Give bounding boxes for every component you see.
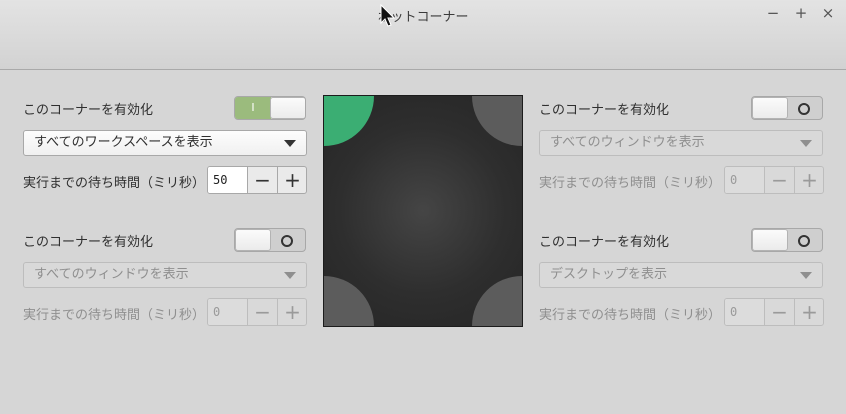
mouse-cursor-icon <box>380 4 396 27</box>
bottom-left-delay-spinner[interactable]: 0 − + <box>207 298 307 326</box>
top-left-enable-label: このコーナーを有効化 <box>23 103 154 118</box>
bottom-right-action-dropdown[interactable]: デスクトップを表示 <box>539 262 823 288</box>
chevron-down-icon <box>800 272 812 279</box>
top-left-delay-spinner[interactable]: 50 − + <box>207 166 307 194</box>
window-title: ホットコーナー <box>377 10 469 25</box>
top-right-delay-spinner[interactable]: 0 − + <box>724 166 824 194</box>
top-left-action-dropdown[interactable]: すべてのワークスペースを表示 <box>23 130 307 156</box>
switch-on-indicator: I <box>235 97 271 119</box>
switch-off-icon <box>798 103 810 115</box>
top-right-delay-input[interactable]: 0 <box>725 167 765 193</box>
bottom-right-delay-decrease-button[interactable]: − <box>765 299 795 325</box>
desktop-corner-preview <box>323 95 523 327</box>
top-right-delay-label: 実行までの待ち時間（ミリ秒） <box>539 176 722 191</box>
bottom-left-enable-label: このコーナーを有効化 <box>23 235 154 250</box>
bottom-right-enable-label: このコーナーを有効化 <box>539 235 670 250</box>
bottom-left-corner-indicator[interactable] <box>324 276 374 326</box>
top-right-enable-switch[interactable] <box>751 96 823 120</box>
minimize-button[interactable]: − <box>764 4 782 22</box>
switch-off-icon <box>798 235 810 247</box>
top-left-action-value: すべてのワークスペースを表示 <box>34 135 213 150</box>
title-bar: ホットコーナー − + × <box>0 0 846 70</box>
chevron-down-icon <box>800 140 812 147</box>
switch-knob <box>270 97 305 119</box>
bottom-right-action-value: デスクトップを表示 <box>550 267 668 282</box>
bottom-left-delay-increase-button[interactable]: + <box>278 299 306 325</box>
bottom-right-delay-increase-button[interactable]: + <box>795 299 823 325</box>
top-left-delay-decrease-button[interactable]: − <box>248 167 278 193</box>
bottom-left-delay-label: 実行までの待ち時間（ミリ秒） <box>23 308 206 323</box>
top-left-delay-increase-button[interactable]: + <box>278 167 306 193</box>
bottom-left-action-dropdown[interactable]: すべてのウィンドウを表示 <box>23 262 307 288</box>
maximize-button[interactable]: + <box>792 4 810 22</box>
top-right-delay-increase-button[interactable]: + <box>795 167 823 193</box>
top-left-delay-input[interactable]: 50 <box>208 167 248 193</box>
bottom-left-action-value: すべてのウィンドウを表示 <box>34 267 189 282</box>
chevron-down-icon <box>284 272 296 279</box>
close-button[interactable]: × <box>819 4 837 22</box>
top-right-delay-decrease-button[interactable]: − <box>765 167 795 193</box>
bottom-left-enable-switch[interactable] <box>234 228 306 252</box>
switch-knob <box>752 97 788 119</box>
bottom-right-delay-input[interactable]: 0 <box>725 299 765 325</box>
top-left-corner-indicator[interactable] <box>324 96 374 146</box>
switch-knob <box>235 229 271 251</box>
bottom-right-delay-spinner[interactable]: 0 − + <box>724 298 824 326</box>
switch-knob <box>752 229 788 251</box>
chevron-down-icon <box>284 140 296 147</box>
top-right-enable-label: このコーナーを有効化 <box>539 103 670 118</box>
top-right-action-value: すべてのウィンドウを表示 <box>550 135 705 150</box>
bottom-right-corner-indicator[interactable] <box>472 276 522 326</box>
bottom-left-delay-decrease-button[interactable]: − <box>248 299 278 325</box>
top-left-enable-switch[interactable]: I <box>234 96 306 120</box>
switch-off-icon <box>281 235 293 247</box>
bottom-right-enable-switch[interactable] <box>751 228 823 252</box>
bottom-right-delay-label: 実行までの待ち時間（ミリ秒） <box>539 308 722 323</box>
top-left-delay-label: 実行までの待ち時間（ミリ秒） <box>23 176 206 191</box>
top-right-action-dropdown[interactable]: すべてのウィンドウを表示 <box>539 130 823 156</box>
bottom-left-delay-input[interactable]: 0 <box>208 299 248 325</box>
top-right-corner-indicator[interactable] <box>472 96 522 146</box>
